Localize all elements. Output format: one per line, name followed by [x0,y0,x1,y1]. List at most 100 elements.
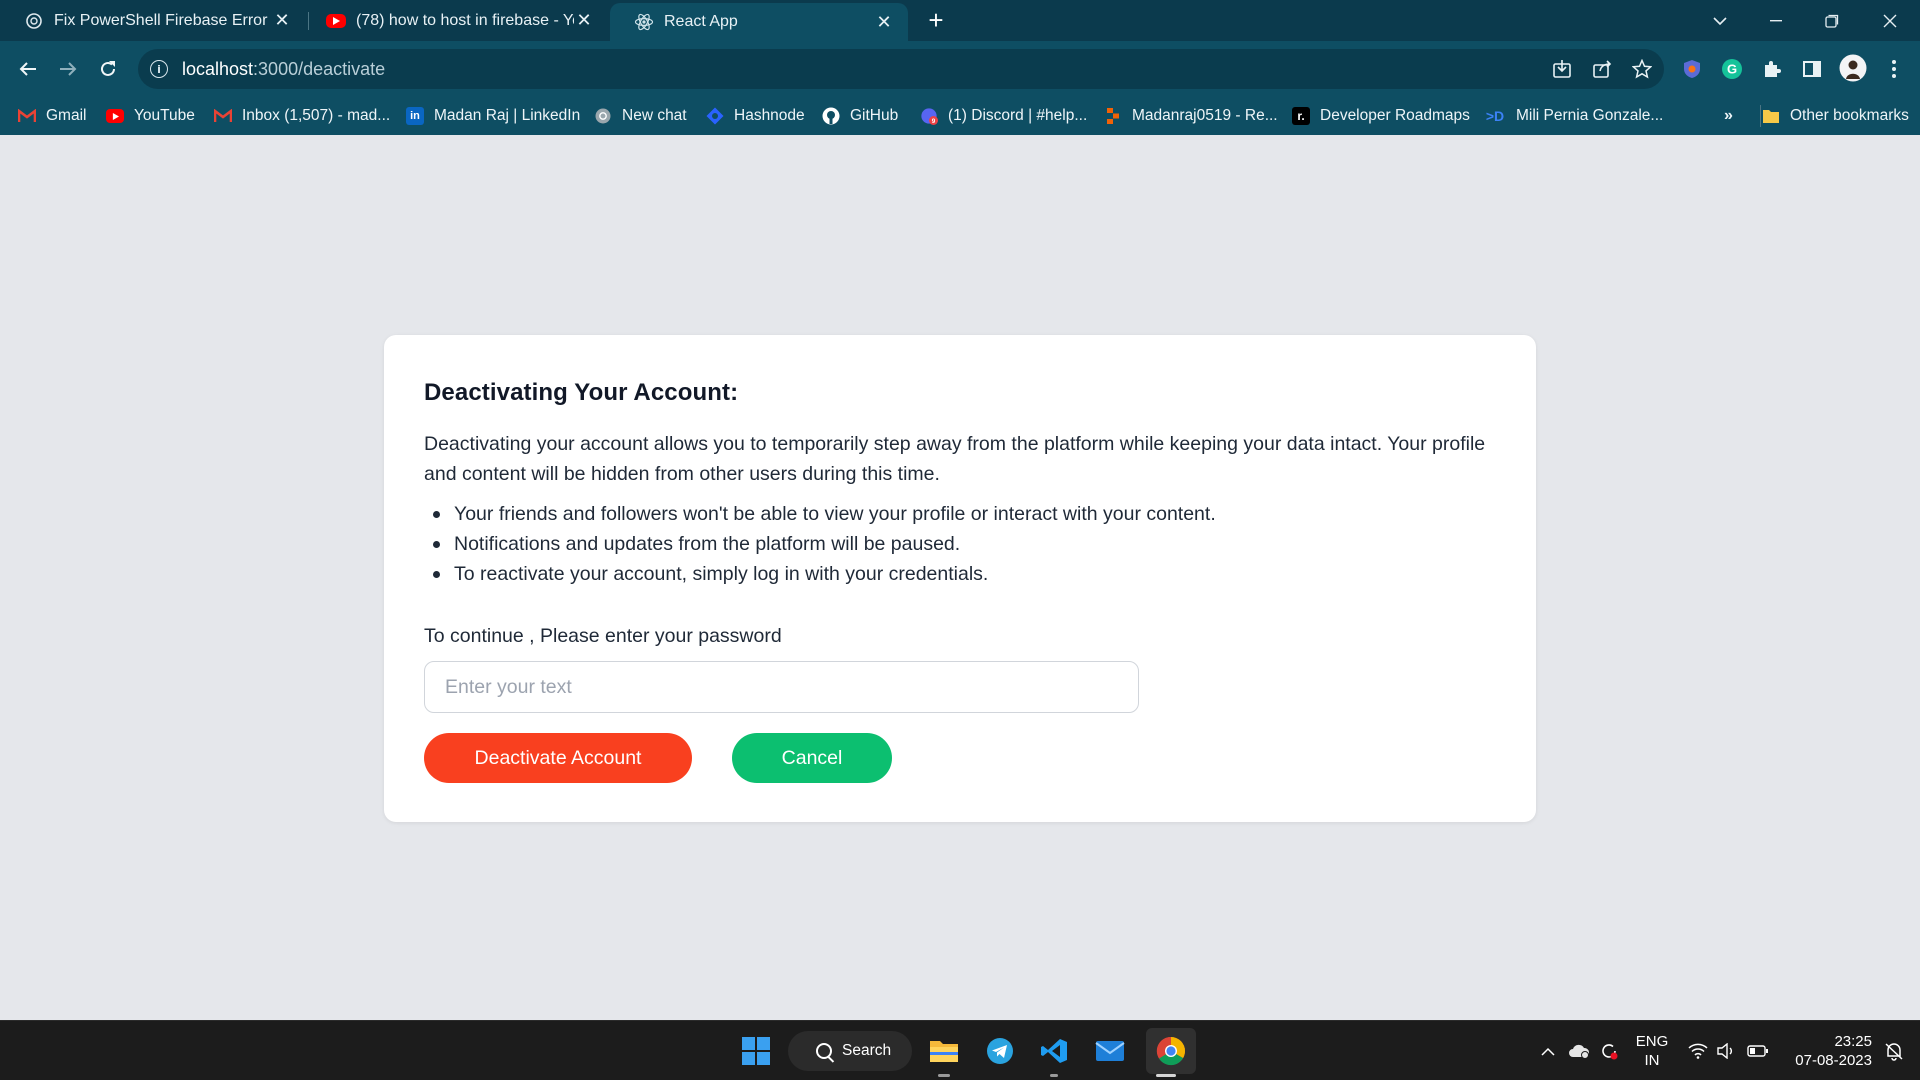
tab-youtube[interactable]: (78) how to host in firebase - You ✕ [302,0,608,41]
bookmark-mili[interactable]: >D Mili Pernia Gonzale... [1484,105,1663,127]
password-prompt: To continue , Please enter your password [424,625,782,647]
youtube-icon [326,13,346,28]
vscode-icon[interactable] [1036,1033,1072,1069]
tray-overflow-icon[interactable] [1536,1021,1560,1080]
running-indicator [1050,1074,1058,1077]
reload-button[interactable] [92,53,124,85]
bookmark-linkedin[interactable]: in Madan Raj | LinkedIn [406,105,580,127]
search-icon [816,1043,832,1059]
windows-taskbar: Search ENG IN 23:25 07-08-2023 [0,1020,1920,1080]
address-bar[interactable]: i localhost:3000/deactivate [138,49,1664,89]
back-button[interactable] [12,53,44,85]
url-host: localhost [182,58,254,79]
github-icon [822,107,840,125]
url-path: :3000/deactivate [253,58,386,79]
action-buttons: Deactivate Account Cancel [424,733,1496,783]
bookmark-inbox[interactable]: Inbox (1,507) - mad... [214,105,390,127]
bookmark-discord[interactable]: 9 (1) Discord | #help... [920,105,1087,127]
linkedin-icon: in [406,107,424,125]
site-info-icon[interactable]: i [150,60,168,78]
close-icon[interactable]: ✕ [272,10,292,31]
react-icon [634,12,654,32]
file-explorer-icon[interactable] [926,1033,962,1069]
telegram-icon[interactable] [982,1033,1018,1069]
close-icon[interactable]: ✕ [874,12,894,33]
hashnode-icon [706,107,724,125]
bookmark-replit[interactable]: Madanraj0519 - Re... [1104,105,1278,127]
cancel-button[interactable]: Cancel [732,733,892,783]
discord-icon: 9 [920,107,938,125]
bookmark-github[interactable]: GitHub [822,105,898,127]
new-tab-button[interactable]: + [920,4,952,36]
dev-icon: >D [1485,108,1505,124]
running-indicator [938,1074,950,1077]
password-input[interactable] [424,661,1139,713]
restore-icon[interactable] [1804,0,1860,41]
list-item: Your friends and followers won't be able… [424,499,1496,529]
deactivate-consequences-list: Your friends and followers won't be able… [424,499,1496,589]
volume-icon[interactable] [1714,1021,1738,1080]
list-item: Notifications and updates from the platf… [424,529,1496,559]
replit-icon [1104,107,1122,125]
bookmarks-overflow-button[interactable]: » [1724,105,1733,127]
bookmark-gmail[interactable]: Gmail [18,105,86,127]
wifi-icon[interactable] [1686,1021,1710,1080]
bookmark-star-icon[interactable] [1630,57,1654,81]
extensions-puzzle-icon[interactable] [1760,57,1784,81]
roadmap-icon: r. [1292,107,1310,125]
tab-strip: Fix PowerShell Firebase Error ✕ (78) how… [0,0,1920,41]
forward-button[interactable] [52,53,84,85]
notification-bell-icon[interactable] [1880,1021,1908,1080]
grammarly-icon[interactable]: G [1720,57,1744,81]
browser-toolbar: i localhost:3000/deactivate G [0,41,1920,97]
deactivate-card: Deactivating Your Account: Deactivating … [384,335,1536,822]
onedrive-icon[interactable] [1566,1021,1592,1080]
extension-shield-icon[interactable] [1680,57,1704,81]
menu-kebab-icon[interactable] [1882,57,1906,81]
tab-react-app[interactable]: React App ✕ [610,3,908,41]
language-indicator[interactable]: ENG IN [1632,1021,1672,1080]
deactivate-description: Deactivating your account allows you to … [424,433,1486,485]
bullet-dot [433,571,440,578]
close-icon[interactable]: ✕ [574,10,594,31]
mail-icon[interactable] [1092,1033,1128,1069]
sync-icon[interactable] [1596,1021,1622,1080]
bookmarks-bar: Gmail YouTube Inbox (1,507) - mad... in … [0,97,1920,135]
side-panel-icon[interactable] [1800,57,1824,81]
bullet-dot [433,511,440,518]
tab-firebase-error[interactable]: Fix PowerShell Firebase Error ✕ [0,0,306,41]
svg-text:G: G [1727,62,1737,77]
bookmark-youtube[interactable]: YouTube [106,105,195,127]
deactivate-account-button[interactable]: Deactivate Account [424,733,692,783]
svg-text:9: 9 [932,118,936,125]
taskbar-search-button[interactable]: Search [788,1031,912,1071]
tab-title: Fix PowerShell Firebase Error [54,11,268,29]
install-app-icon[interactable] [1550,57,1574,81]
bookmark-new-chat[interactable]: New chat [594,105,687,127]
active-indicator [1156,1074,1176,1077]
other-bookmarks[interactable]: Other bookmarks [1762,105,1909,127]
gmail-icon [214,107,232,125]
list-item: To reactivate your account, simply log i… [424,559,1496,589]
chrome-taskbar-icon[interactable] [1146,1028,1196,1074]
bullet-dot [433,541,440,548]
chatgpt-icon [24,11,44,31]
profile-avatar[interactable] [1838,53,1868,83]
chatgpt-icon [594,107,612,125]
gmail-icon [18,107,36,125]
bookmark-hashnode[interactable]: Hashnode [706,105,805,127]
close-window-icon[interactable] [1862,0,1918,41]
share-icon[interactable] [1590,57,1614,81]
page-title: Deactivating Your Account: [424,379,739,406]
tab-title: (78) how to host in firebase - You [356,11,574,29]
tab-title: React App [664,13,738,30]
tab-search-icon[interactable] [1692,0,1748,41]
clock[interactable]: 23:25 07-08-2023 [1780,1021,1872,1080]
bookmark-roadmaps[interactable]: r. Developer Roadmaps [1292,105,1470,127]
minimize-icon[interactable] [1748,0,1804,41]
bookmarks-divider [1760,105,1761,127]
folder-icon [1762,107,1780,125]
youtube-icon [106,109,124,123]
windows-start-icon[interactable] [738,1033,774,1069]
battery-icon[interactable] [1744,1021,1772,1080]
